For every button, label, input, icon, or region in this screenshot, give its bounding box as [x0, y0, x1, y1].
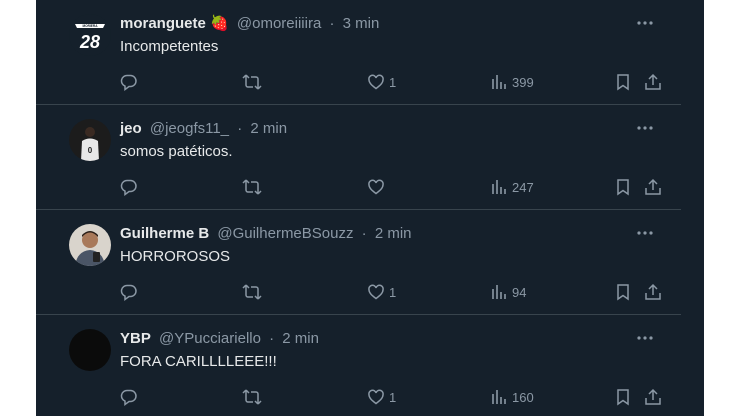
- share-button[interactable]: [644, 177, 662, 197]
- retweet-icon: [242, 179, 262, 195]
- tweet-actions: 247: [120, 177, 670, 197]
- tweet[interactable]: MORIERA 28 moranguete 🍓 @omoreiiiira · 3…: [36, 0, 681, 105]
- svg-text:MORIERA: MORIERA: [82, 24, 98, 28]
- views-icon: [492, 390, 506, 404]
- views-button[interactable]: 94: [490, 282, 526, 302]
- share-button[interactable]: [644, 387, 662, 407]
- display-name[interactable]: YBP: [120, 330, 151, 347]
- avatar[interactable]: [69, 224, 111, 266]
- reply-button[interactable]: [120, 387, 138, 407]
- user-handle[interactable]: @GuilhermeBSouzz: [217, 225, 353, 242]
- bookmark-icon: [617, 179, 629, 196]
- more-icon[interactable]: [635, 329, 655, 347]
- tweet-actions: 1 160: [120, 387, 670, 407]
- like-button[interactable]: 1: [367, 72, 396, 92]
- avatar[interactable]: MORIERA 28: [69, 14, 111, 56]
- user-handle[interactable]: @YPucciariello: [159, 330, 261, 347]
- separator-dot: ·: [329, 15, 335, 32]
- tweet[interactable]: 0 jeo @jeogfs11_ · 2 min somos patéticos…: [36, 105, 681, 210]
- view-count: 94: [512, 284, 527, 300]
- display-name[interactable]: jeo: [120, 120, 142, 137]
- more-icon[interactable]: [635, 14, 655, 32]
- views-button[interactable]: 247: [490, 177, 534, 197]
- like-button[interactable]: 1: [367, 387, 396, 407]
- reply-button[interactable]: [120, 72, 138, 92]
- user-handle[interactable]: @jeogfs11_: [150, 120, 229, 137]
- views-icon: [492, 75, 506, 89]
- retweet-button[interactable]: [242, 72, 262, 92]
- share-icon: [645, 283, 661, 300]
- like-icon: [368, 179, 384, 195]
- retweet-icon: [242, 389, 262, 405]
- reply-button[interactable]: [120, 282, 138, 302]
- tweet[interactable]: YBP @YPucciariello · 2 min FORA CARILLLL…: [36, 315, 681, 420]
- retweet-icon: [242, 284, 262, 300]
- like-button[interactable]: 1: [367, 282, 396, 302]
- share-icon: [645, 178, 661, 195]
- timestamp[interactable]: 2 min: [375, 225, 412, 242]
- view-count: 247: [512, 179, 534, 195]
- avatar[interactable]: [69, 329, 111, 371]
- reply-button[interactable]: [120, 177, 138, 197]
- view-count: 160: [512, 389, 534, 405]
- svg-text:0: 0: [88, 146, 93, 155]
- reply-icon: [120, 179, 137, 196]
- like-button[interactable]: [367, 177, 389, 197]
- reply-icon: [120, 284, 137, 301]
- like-count: 1: [389, 284, 397, 300]
- views-button[interactable]: 160: [490, 387, 534, 407]
- tweet-text: somos patéticos.: [120, 143, 233, 160]
- view-count: 399: [512, 74, 534, 90]
- bookmark-button[interactable]: [614, 72, 632, 92]
- tweet[interactable]: Guilherme B @GuilhermeBSouzz · 2 min HOR…: [36, 210, 681, 315]
- retweet-button[interactable]: [242, 282, 262, 302]
- separator-dot: ·: [269, 330, 275, 347]
- display-name[interactable]: moranguete: [120, 15, 206, 32]
- bookmark-icon: [617, 284, 629, 301]
- like-count: 1: [389, 74, 397, 90]
- tweet-text: HORROROSOS: [120, 248, 231, 265]
- more-icon[interactable]: [635, 224, 655, 242]
- like-count: 1: [389, 389, 397, 405]
- like-icon: [368, 74, 384, 90]
- bookmark-icon: [617, 389, 629, 406]
- reply-icon: [120, 389, 137, 406]
- like-icon: [368, 284, 384, 300]
- share-icon: [645, 388, 661, 405]
- timestamp[interactable]: 2 min: [282, 330, 319, 347]
- views-icon: [492, 285, 506, 299]
- retweet-button[interactable]: [242, 177, 262, 197]
- views-button[interactable]: 399: [490, 72, 534, 92]
- reply-icon: [120, 74, 137, 91]
- share-icon: [645, 73, 661, 90]
- bookmark-button[interactable]: [614, 282, 632, 302]
- svg-text:28: 28: [79, 32, 100, 52]
- share-button[interactable]: [644, 72, 662, 92]
- tweet-actions: 1 94: [120, 282, 670, 302]
- bookmark-button[interactable]: [614, 177, 632, 197]
- like-icon: [368, 389, 384, 405]
- user-handle[interactable]: @omoreiiiira: [237, 15, 321, 32]
- share-button[interactable]: [644, 282, 662, 302]
- display-name[interactable]: Guilherme B: [120, 225, 209, 242]
- timestamp[interactable]: 2 min: [250, 120, 287, 137]
- timestamp[interactable]: 3 min: [343, 15, 380, 32]
- retweet-button[interactable]: [242, 387, 262, 407]
- more-icon[interactable]: [635, 119, 655, 137]
- views-icon: [492, 180, 506, 194]
- strawberry-emoji: 🍓: [210, 15, 229, 32]
- separator-dot: ·: [237, 120, 243, 137]
- tweet-actions: 1 399: [120, 72, 670, 92]
- retweet-icon: [242, 74, 262, 90]
- avatar[interactable]: 0: [69, 119, 111, 161]
- separator-dot: ·: [361, 225, 367, 242]
- bookmark-button[interactable]: [614, 387, 632, 407]
- tweet-text: Incompetentes: [120, 38, 219, 55]
- bookmark-icon: [617, 74, 629, 91]
- tweet-text: FORA CARILLLLEEE!!!: [120, 353, 277, 370]
